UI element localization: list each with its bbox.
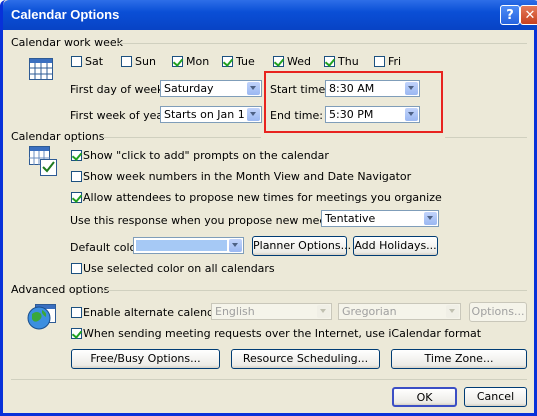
advanced-options-header: Advanced options <box>11 283 110 296</box>
alt-calendar-type-value: Gregorian <box>342 305 397 318</box>
chevron-down-icon <box>247 108 260 121</box>
checkbox-sun[interactable] <box>121 56 132 67</box>
click-to-add-checkbox[interactable] <box>71 150 82 161</box>
chevron-down-icon <box>446 305 459 318</box>
planner-options-button[interactable]: Planner Options... <box>252 236 351 256</box>
divider <box>102 290 527 291</box>
calendar-options-header: Calendar options <box>11 130 105 143</box>
resource-scheduling-button[interactable]: Resource Scheduling... <box>231 349 380 369</box>
alt-language-select[interactable]: English <box>211 303 332 320</box>
first-day-value: Saturday <box>164 82 214 95</box>
title-bar: Calendar Options ? ✕ <box>3 0 537 30</box>
chevron-down-icon <box>317 305 330 318</box>
day-label: Fri <box>388 55 402 68</box>
checkbox-thu[interactable] <box>324 56 335 67</box>
checkbox-fri[interactable] <box>374 56 385 67</box>
checkbox-mon[interactable] <box>172 56 183 67</box>
day-label: Thu <box>338 55 359 68</box>
default-color-select[interactable] <box>133 237 244 254</box>
checkbox-wed[interactable] <box>273 56 284 67</box>
alt-calendar-checkbox[interactable] <box>71 307 82 318</box>
time-zone-button[interactable]: Time Zone... <box>391 349 527 369</box>
color-swatch <box>136 240 227 251</box>
week-numbers-label: Show week numbers in the Month View and … <box>83 170 412 183</box>
ok-button[interactable]: OK <box>392 387 457 407</box>
calendar-options-dialog: Calendar Options ? ✕ Calendar work week … <box>0 0 537 416</box>
use-color-checkbox[interactable] <box>71 263 82 274</box>
calendar-check-icon <box>29 146 57 176</box>
help-button[interactable]: ? <box>500 5 520 25</box>
chevron-down-icon <box>229 239 242 252</box>
first-week-label: First week of year: <box>70 109 172 122</box>
day-label: Wed <box>287 55 311 68</box>
first-day-select[interactable]: Saturday <box>160 80 262 97</box>
day-label: Sat <box>85 55 104 68</box>
divider <box>103 137 261 138</box>
allow-propose-checkbox[interactable] <box>71 192 82 203</box>
use-color-label: Use selected color on all calendars <box>83 262 275 275</box>
alt-calendar-type-select[interactable]: Gregorian <box>338 303 461 320</box>
add-holidays-button[interactable]: Add Holidays... <box>353 236 438 256</box>
alt-calendar-label: Enable alternate calendar: <box>83 306 229 319</box>
alt-options-button[interactable]: Options... <box>469 302 527 322</box>
icalendar-checkbox[interactable] <box>71 328 82 339</box>
chevron-down-icon <box>424 212 437 225</box>
first-day-label: First day of week: <box>70 83 168 96</box>
week-numbers-checkbox[interactable] <box>71 171 82 182</box>
calendar-grid-icon <box>29 58 53 80</box>
click-to-add-label: Show "click to add" prompts on the calen… <box>83 149 329 162</box>
day-label: Mon <box>186 55 210 68</box>
divider <box>11 379 527 380</box>
icalendar-label: When sending meeting requests over the I… <box>83 327 482 340</box>
checkbox-sat[interactable] <box>71 56 82 67</box>
divider <box>117 43 527 44</box>
cancel-button[interactable]: Cancel <box>464 387 527 407</box>
highlight-box <box>264 71 443 133</box>
window-title: Calendar Options <box>11 7 120 22</box>
response-value: Tentative <box>325 212 376 225</box>
divider <box>445 137 527 138</box>
day-label: Tue <box>236 55 255 68</box>
chevron-down-icon <box>247 82 260 95</box>
alt-language-value: English <box>215 305 255 318</box>
first-week-select[interactable]: Starts on Jan 1 <box>160 106 262 123</box>
checkbox-tue[interactable] <box>222 56 233 67</box>
work-week-header: Calendar work week <box>11 36 123 49</box>
allow-propose-label: Allow attendees to propose new times for… <box>83 191 442 204</box>
response-select[interactable]: Tentative <box>321 210 439 227</box>
globe-calendar-icon <box>27 304 56 330</box>
day-label: Sun <box>135 55 156 68</box>
first-week-value: Starts on Jan 1 <box>164 108 245 121</box>
close-button[interactable]: ✕ <box>520 5 537 25</box>
free-busy-options-button[interactable]: Free/Busy Options... <box>71 349 220 369</box>
